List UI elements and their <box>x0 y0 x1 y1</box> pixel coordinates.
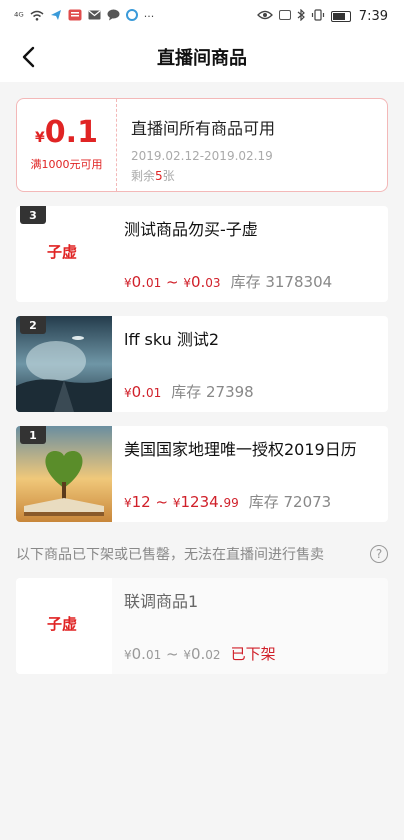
coupon-value: ¥0.1 <box>35 118 98 148</box>
coupon-remain-prefix: 剩余 <box>131 169 156 183</box>
page-title: 直播间商品 <box>157 48 247 69</box>
send-icon <box>50 9 62 23</box>
status-right: 7:39 <box>256 8 388 24</box>
product-name: 联调商品1 <box>124 592 199 611</box>
product-stock: 库存 27398 <box>171 383 254 401</box>
bluetooth-icon <box>297 8 305 23</box>
signal-icon: ⁴ᴳ <box>14 9 24 23</box>
help-icon[interactable]: ? <box>370 545 388 563</box>
vibrate-icon <box>311 9 325 23</box>
coupon-card[interactable]: ¥0.1 满1000元可用 直播间所有商品可用 2019.02.12-2019.… <box>16 98 388 192</box>
product-logo: 子虚 <box>47 243 78 261</box>
product-info: 美国国家地理唯一授权2019日历 ¥12 ~ ¥1234.99 库存 72073 <box>112 426 388 522</box>
product-name: 测试商品勿买-子虚 <box>124 220 258 239</box>
offline-notice: 以下商品已下架或已售罄，无法在直播间进行售卖 ? <box>16 544 388 564</box>
product-info: 测试商品勿买-子虚 ¥0.01 ~ ¥0.03 库存 3178304 <box>112 206 388 302</box>
coupon-remaining: 剩余5张 <box>131 167 373 184</box>
product-info: 联调商品1 ¥0.01 ~ ¥0.02 已下架 <box>112 578 388 674</box>
product-card[interactable]: 子虚 3 测试商品勿买-子虚 ¥0.01 ~ ¥0.03 库存 3178304 <box>16 206 388 302</box>
product-info: lff sku 测试2 ¥0.01 库存 27398 <box>112 316 388 412</box>
status-left: ⁴ᴳ ··· <box>14 9 154 23</box>
header: 直播间商品 <box>0 32 404 82</box>
product-thumbnail: 子虚 3 <box>16 206 112 302</box>
product-logo: 子虚 <box>47 615 78 633</box>
product-name: 美国国家地理唯一授权2019日历 <box>124 440 357 459</box>
status-time: 7:39 <box>358 8 388 24</box>
coupon-currency: ¥ <box>35 130 45 146</box>
price-row: ¥0.01 ~ ¥0.02 已下架 <box>124 643 376 664</box>
coupon-date-range: 2019.02.12-2019.02.19 <box>131 149 273 163</box>
product-price: ¥0.01 ~ ¥0.02 <box>124 645 221 663</box>
main-content: ¥0.1 满1000元可用 直播间所有商品可用 2019.02.12-2019.… <box>0 82 404 674</box>
product-thumbnail: 1 <box>16 426 112 522</box>
offline-notice-text: 以下商品已下架或已售罄，无法在直播间进行售卖 <box>16 547 324 563</box>
product-price: ¥0.01 ~ ¥0.03 <box>124 273 221 291</box>
offline-status-label: 已下架 <box>230 645 276 663</box>
price-row: ¥0.01 ~ ¥0.03 库存 3178304 <box>124 271 376 292</box>
battery-icon <box>330 10 351 22</box>
status-bar: ⁴ᴳ ··· 7:39 <box>0 0 404 32</box>
rank-badge: 3 <box>20 206 46 224</box>
nfc-icon <box>278 10 291 22</box>
coupon-details: 直播间所有商品可用 2019.02.12-2019.02.19 剩余5张 <box>117 99 387 191</box>
app-icon <box>125 9 138 23</box>
wifi-icon <box>30 10 44 23</box>
price-row: ¥12 ~ ¥1234.99 库存 72073 <box>124 491 376 512</box>
chevron-left-icon <box>22 46 35 68</box>
rank-badge: 2 <box>20 316 46 334</box>
chat-icon <box>107 9 120 23</box>
product-price: ¥12 ~ ¥1234.99 <box>124 493 239 511</box>
product-thumbnail: 子虚 <box>16 578 112 674</box>
coupon-remain-suffix: 张 <box>162 169 175 183</box>
coupon-amount: 0.1 <box>44 115 98 150</box>
more-icon: ··· <box>143 9 155 23</box>
product-stock: 库存 72073 <box>248 493 332 511</box>
coupon-value-block: ¥0.1 满1000元可用 <box>17 99 117 191</box>
product-card[interactable]: 1 美国国家地理唯一授权2019日历 ¥12 ~ ¥1234.99 库存 720… <box>16 426 388 522</box>
mail-icon <box>88 10 101 22</box>
news-icon <box>68 9 82 23</box>
product-price: ¥0.01 <box>124 383 162 401</box>
product-card[interactable]: 2 lff sku 测试2 ¥0.01 库存 27398 <box>16 316 388 412</box>
coupon-condition: 满1000元可用 <box>30 158 103 171</box>
back-button[interactable] <box>14 43 42 71</box>
coupon-remain-count: 5 <box>155 169 163 183</box>
product-stock: 库存 3178304 <box>230 273 333 291</box>
eye-icon <box>256 10 273 22</box>
product-name: lff sku 测试2 <box>124 330 220 349</box>
rank-badge: 1 <box>20 426 46 444</box>
coupon-scope: 直播间所有商品可用 <box>131 119 276 138</box>
product-thumbnail: 2 <box>16 316 112 412</box>
offline-product-card[interactable]: 子虚 联调商品1 ¥0.01 ~ ¥0.02 已下架 <box>16 578 388 674</box>
price-row: ¥0.01 库存 27398 <box>124 381 376 402</box>
